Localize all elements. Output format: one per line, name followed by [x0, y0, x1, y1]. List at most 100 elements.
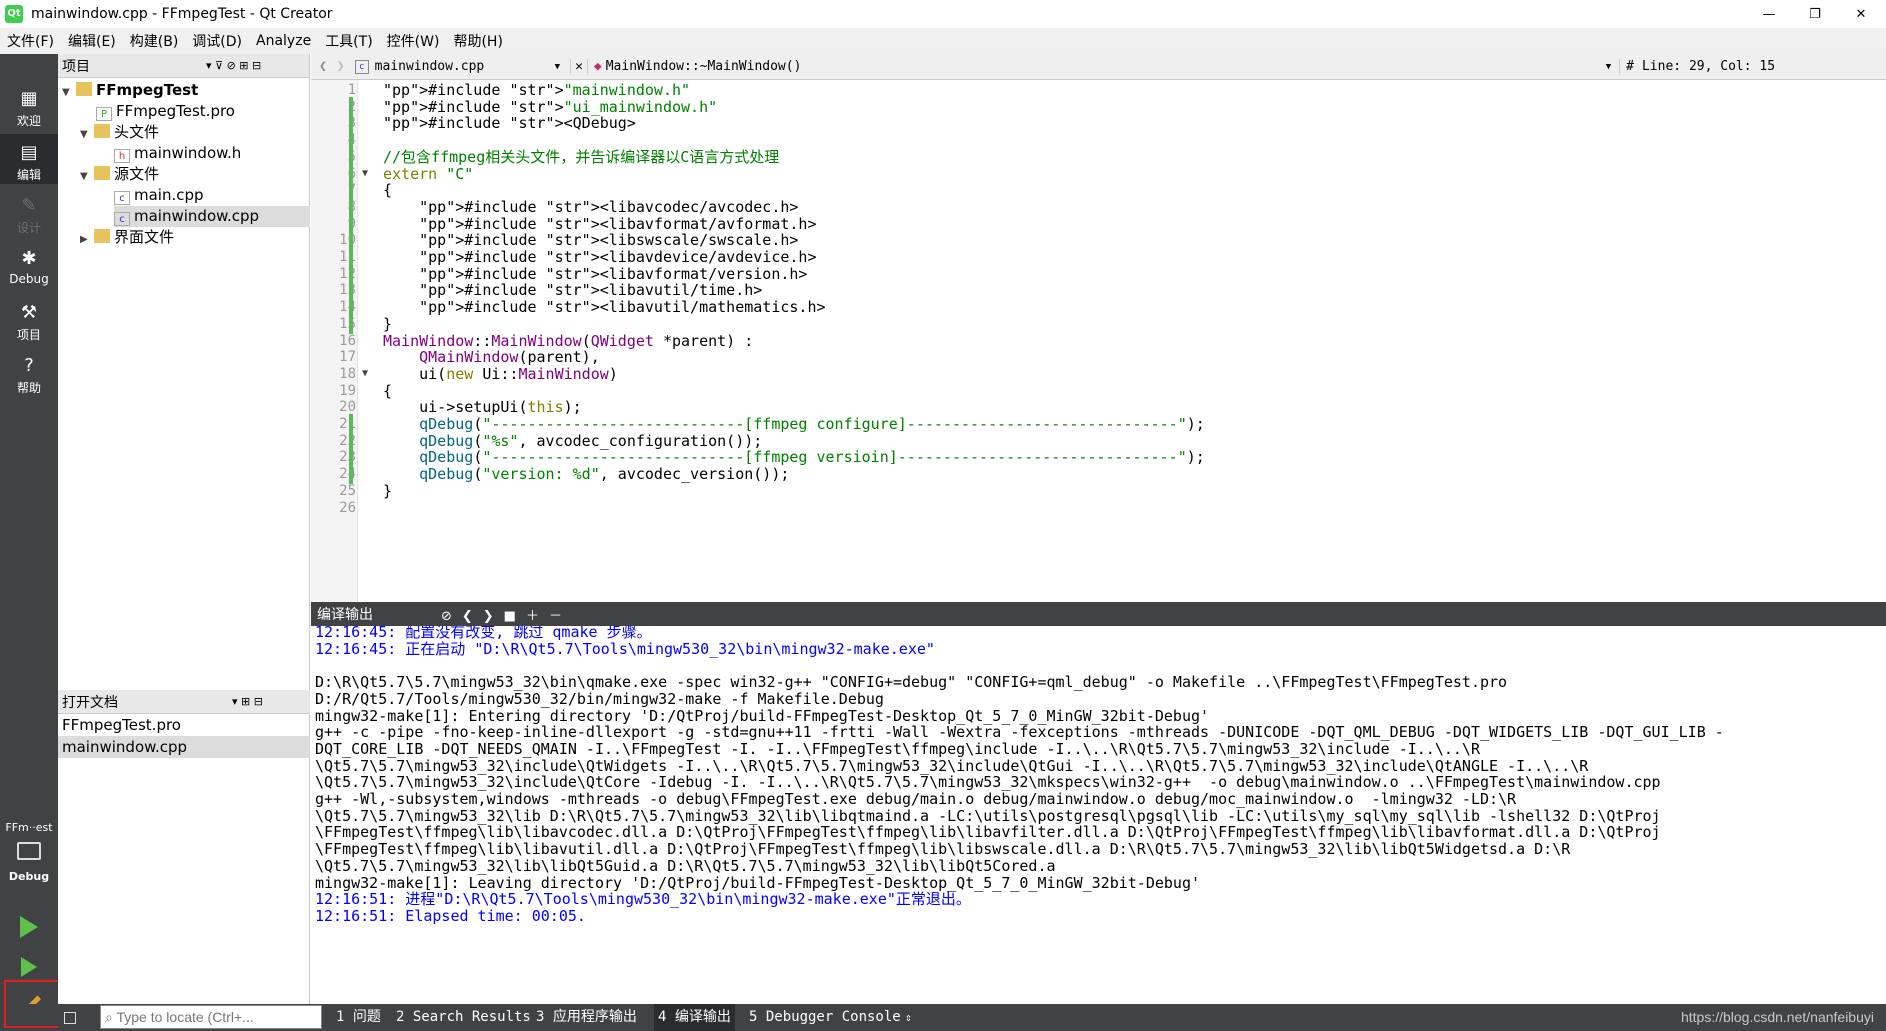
open-documents-header: 打开文档 ▾ ⊞ ⊟ [58, 690, 310, 714]
code-line: qDebug("version: %d", avcodec_version())… [419, 465, 790, 484]
tab-search-results[interactable]: 2 Search Results [392, 1004, 535, 1031]
watermark: https://blog.csdn.net/nanfeibuyi [1680, 1009, 1874, 1025]
menu-build[interactable]: 构建(B) [123, 31, 186, 51]
title-bar: Qt mainwindow.cpp - FFmpegTest - Qt Crea… [0, 0, 1886, 28]
symbol-icon: ◆ [593, 59, 602, 74]
kit-build-config: Debug [8, 870, 50, 883]
code-line: "pp">#include "str"><QDebug> [383, 114, 636, 133]
bug-icon: ✱ [21, 248, 37, 269]
code-editor[interactable]: 1234567891011121314151617181920212223242… [311, 80, 1886, 602]
qt-creator-logo-icon: Qt [5, 5, 23, 23]
collapse-arrow-icon[interactable]: ▶ [80, 229, 94, 250]
forms-folder-icon [94, 229, 110, 243]
tree-item-mainwindow-h[interactable]: h mainwindow.h [114, 143, 241, 164]
open-doc-item[interactable]: mainwindow.cpp [58, 736, 310, 758]
tree-item-pro-file[interactable]: P FFmpegTest.pro [96, 101, 235, 122]
grid-icon: ▦ [20, 88, 38, 109]
menu-widgets[interactable]: 控件(W) [380, 31, 447, 51]
fold-marker-icon[interactable]: ▼ [362, 364, 368, 384]
close-document-icon[interactable]: ✕ [570, 59, 588, 74]
filter-icon[interactable]: ▾ ⊽ ⊘ ⊞ ⊟ [206, 59, 261, 72]
output-tool-icons[interactable]: ⊘❮❯■＋－ [441, 605, 572, 624]
more-tabs-icon[interactable]: ⇕ [905, 1004, 912, 1031]
symbol-selector[interactable]: MainWindow::~MainWindow() [606, 59, 1606, 74]
folder-icon [94, 166, 110, 180]
pencil-icon: ✎ [21, 195, 37, 216]
minimize-button[interactable]: — [1746, 0, 1792, 28]
output-line: 12:16:45: 正在启动 "D:\R\Qt5.7\Tools\mingw53… [315, 639, 935, 658]
mode-help[interactable]: ? 帮助 [0, 347, 58, 397]
folder-icon [94, 124, 110, 138]
monitor-icon [17, 842, 41, 860]
project-folder-icon [76, 82, 92, 96]
tab-issues[interactable]: 1 问题 [332, 1004, 385, 1031]
kit-selector[interactable]: FFm··est Debug [0, 819, 58, 899]
sidebar: 项目 ▾ ⊽ ⊘ ⊞ ⊟ ▼ FFmpegTest P FFmpegTest.pro… [58, 54, 310, 1004]
cpp-file-icon: c [114, 212, 130, 226]
locator-input[interactable]: ⌕ Type to locate (Ctrl+... [100, 1005, 322, 1029]
mode-edit[interactable]: ▤ 编辑 [0, 134, 58, 184]
back-arrow-icon[interactable]: ❮ [319, 59, 327, 74]
tab-compile-output[interactable]: 4 编译输出 [654, 1004, 735, 1031]
code-line: } [383, 481, 393, 500]
menu-file[interactable]: 文件(F) [0, 31, 61, 51]
line-number-gutter: 1234567891011121314151617181920212223242… [311, 80, 358, 602]
mode-welcome[interactable]: ▦ 欢迎 [0, 80, 58, 130]
tree-item-main-cpp[interactable]: c main.cpp [114, 185, 204, 206]
menu-edit[interactable]: 编辑(E) [61, 31, 123, 51]
open-doc-item[interactable]: FFmpegTest.pro [58, 714, 310, 736]
open-documents-title: 打开文档 [62, 694, 118, 711]
tree-item-headers[interactable]: ▼ 头文件 [80, 122, 159, 143]
toggle-sidebar-icon[interactable] [64, 1011, 76, 1024]
output-line: 12:16:51: Elapsed time: 00:05. [315, 906, 586, 925]
run-button[interactable] [0, 909, 58, 945]
menu-tools[interactable]: 工具(T) [318, 31, 379, 51]
wrench-icon: ⚒ [20, 302, 38, 323]
search-icon: ⌕ [105, 1009, 113, 1025]
edit-icon: ▤ [20, 142, 38, 163]
tree-item-project[interactable]: ▼ FFmpegTest [62, 80, 198, 101]
expand-arrow-icon[interactable]: ▼ [80, 124, 94, 145]
hash-indicator: # [1619, 59, 1634, 74]
output-pane-title: 编译输出 [317, 607, 373, 623]
kit-project-name: FFm··est [5, 821, 53, 834]
cpp-file-icon: c [114, 191, 130, 205]
restore-button[interactable]: ❐ [1792, 0, 1838, 28]
menu-help[interactable]: 帮助(H) [446, 31, 509, 51]
compile-output[interactable]: 12:16:45: 配置没有改变, 跳过 qmake 步骤。 12:16:45: … [311, 626, 1886, 1004]
tab-debugger-console[interactable]: 5 Debugger Console [745, 1004, 905, 1031]
mode-projects[interactable]: ⚒ 项目 [0, 294, 58, 344]
mode-design[interactable]: ✎ 设计 [0, 187, 58, 237]
pro-file-icon: P [96, 107, 112, 121]
tab-application-output[interactable]: 3 应用程序输出 [532, 1004, 641, 1031]
code-line: "pp">#include "str"><libavutil/mathemati… [419, 298, 826, 317]
menu-analyze[interactable]: Analyze [249, 33, 318, 49]
chevron-down-icon[interactable]: ▼ [1606, 62, 1611, 72]
output-pane-header: 编译输出 ⊘❮❯■＋－ [311, 602, 1886, 626]
document-selector[interactable]: mainwindow.cpp [375, 59, 555, 74]
code-line: extern "C" [383, 164, 474, 183]
help-icon: ? [24, 355, 34, 376]
expand-arrow-icon[interactable]: ▼ [80, 166, 94, 187]
chevron-down-icon[interactable]: ▼ [555, 62, 560, 72]
cursor-position[interactable]: Line: 29, Col: 15 [1642, 59, 1775, 74]
fold-marker-icon[interactable]: ▼ [362, 164, 368, 184]
projects-pane-title: 项目 [62, 58, 90, 75]
locator-placeholder: Type to locate (Ctrl+... [116, 1009, 254, 1025]
tree-item-mainwindow-cpp[interactable]: c mainwindow.cpp [114, 206, 310, 227]
tree-item-forms[interactable]: ▶ 界面文件 [80, 227, 174, 248]
window-title: mainwindow.cpp - FFmpegTest - Qt Creator [31, 6, 333, 22]
close-button[interactable]: ✕ [1838, 0, 1884, 28]
header-file-icon: h [114, 149, 130, 163]
forward-arrow-icon[interactable]: ❯ [337, 59, 345, 74]
code-line: ui(new Ui::MainWindow) [383, 364, 618, 383]
cpp-file-icon: c [354, 59, 369, 74]
expand-arrow-icon[interactable]: ▼ [62, 82, 76, 103]
mode-debug[interactable]: ✱ Debug [0, 240, 58, 290]
tree-item-sources[interactable]: ▼ 源文件 [80, 164, 159, 185]
pane-controls-icon[interactable]: ▾ ⊞ ⊟ [232, 695, 263, 708]
editor-toolbar: ❮ ❯ c mainwindow.cpp ▼ ✕ ◆ MainWindow::~… [311, 54, 1886, 80]
menu-debug[interactable]: 调试(D) [185, 31, 249, 51]
projects-pane-header: 项目 ▾ ⊽ ⊘ ⊞ ⊟ [58, 54, 309, 78]
mode-selector: ▦ 欢迎 ▤ 编辑 ✎ 设计 ✱ Debug ⚒ 项目 ? 帮助 FFm··es… [0, 54, 58, 1017]
